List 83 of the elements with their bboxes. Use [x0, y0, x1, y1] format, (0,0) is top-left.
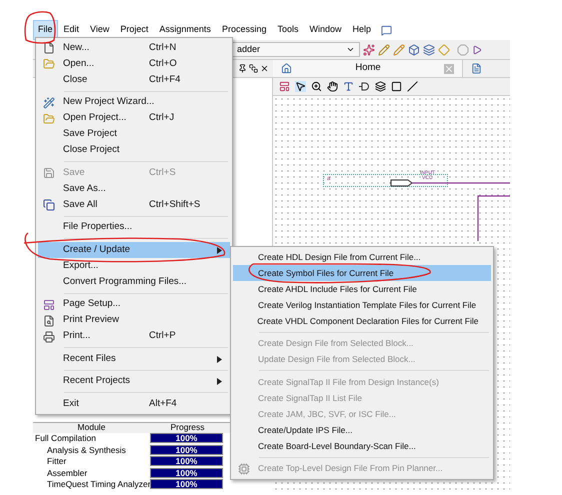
menu-item[interactable]: Create Board-Level Boundary-Scan File... — [233, 438, 491, 454]
menu-item[interactable]: Create/Update IPS File... — [233, 422, 491, 438]
close-icon[interactable] — [260, 64, 269, 73]
menu-item[interactable]: Create Verilog Instantiation Template Files for Current File — [233, 297, 491, 313]
submenu-arrow-icon — [217, 246, 222, 254]
menu-bar-item[interactable]: Assignments — [154, 20, 216, 40]
play-icon[interactable] — [472, 44, 482, 54]
toolbar-tool-icon[interactable] — [408, 44, 420, 56]
text-tool-icon[interactable] — [343, 81, 354, 92]
menu-item[interactable]: Create Symbol Files for Current File — [233, 265, 491, 281]
column-header: Module — [76, 423, 106, 432]
menu-item[interactable]: Create HDL Design File from Current File... — [233, 249, 491, 265]
menu-item[interactable]: Save All Ctrl+Shift+S — [38, 197, 230, 213]
progress-bar: 100% — [150, 433, 223, 444]
document-icon[interactable] — [471, 63, 482, 74]
gate-tool-icon[interactable] — [359, 82, 370, 91]
menu-item-icon — [238, 462, 250, 474]
menu-item[interactable]: Open... Ctrl+O — [38, 56, 230, 72]
menu-bar-item[interactable]: Tools — [272, 20, 304, 40]
menu-item-icon — [43, 42, 55, 54]
submenu-arrow-icon — [217, 356, 222, 362]
menu-item[interactable]: Print Preview — [38, 312, 230, 328]
table-cell-text: Assembler — [46, 468, 88, 477]
menu-item[interactable]: Save Project — [38, 126, 230, 142]
home-icon — [281, 63, 292, 74]
toolbar-tool-icon[interactable] — [378, 44, 390, 56]
toolbar-tool-icon[interactable] — [423, 44, 435, 56]
toolbar-tool-icon[interactable] — [363, 44, 375, 56]
menu-item[interactable]: Recent Files — [38, 351, 230, 367]
menu-item[interactable]: Create VHDL Component Declaration Files for Current File — [233, 313, 491, 329]
menu-item[interactable]: New... Ctrl+N — [38, 40, 230, 56]
menu-item[interactable]: File Properties... — [38, 220, 230, 236]
menu-item[interactable]: Print... Ctrl+P — [38, 328, 230, 344]
menu-item[interactable]: Close Project — [38, 142, 230, 158]
menu-item[interactable]: Recent Projects — [38, 374, 230, 390]
progress-bar: 100% — [150, 444, 223, 455]
menu-item[interactable]: Create AHDL Include Files for Current File — [233, 281, 491, 297]
column-header: Progress — [169, 423, 206, 432]
menu-item[interactable]: Close Ctrl+F4 — [38, 72, 230, 88]
zoom-tool-icon[interactable] — [311, 81, 322, 92]
feedback-icon[interactable] — [381, 24, 392, 36]
menu-item[interactable]: Save As... — [38, 181, 230, 197]
progress-bar: 100% — [150, 479, 223, 490]
menu-item[interactable]: Open Project... Ctrl+J — [38, 110, 230, 126]
submenu-arrow-icon — [217, 378, 222, 385]
menu-item-icon — [43, 330, 55, 342]
line-tool-icon[interactable] — [407, 81, 418, 92]
document-tab[interactable]: Home — [273, 60, 463, 77]
menu-bar-item[interactable]: Edit — [58, 20, 84, 40]
pointer-tool-icon[interactable] — [295, 81, 306, 92]
annotation-mark — [22, 10, 58, 44]
menu-bar-item[interactable]: Project — [115, 20, 154, 40]
menu-item-icon — [43, 112, 55, 124]
table-cell-text: Fitter — [46, 457, 68, 466]
restore-icon[interactable] — [249, 64, 258, 73]
menu-bar-item[interactable]: View — [85, 20, 114, 40]
menu-item[interactable]: Create / Update — [38, 242, 230, 258]
progress-bar: 100% — [150, 456, 223, 466]
table-cell-text: Analysis & Synthesis — [46, 446, 127, 454]
menu-bar-item[interactable]: Processing — [216, 20, 272, 40]
project-combo[interactable]: adder — [232, 42, 360, 57]
menu-bar-item[interactable]: Window — [304, 20, 346, 40]
block-tool-icon[interactable] — [279, 81, 290, 92]
symbol-tool-icon[interactable] — [375, 81, 386, 92]
menu-item-icon — [43, 167, 55, 179]
dropdown-icon — [346, 45, 355, 54]
progress-bar: 100% — [150, 468, 223, 478]
menu-item[interactable]: Convert Programming Files... — [38, 274, 230, 290]
menu-item-icon — [43, 96, 55, 108]
menu-item-icon — [43, 314, 55, 326]
menu-item[interactable]: New Project Wizard... — [38, 94, 230, 110]
menu-item[interactable]: Exit Alt+F4 — [38, 396, 230, 412]
menu-item-icon — [43, 58, 55, 70]
menu-item-icon — [43, 199, 55, 211]
table-cell-text: Full Compilation — [34, 434, 97, 442]
table-cell-text: TimeQuest Timing Analyzer — [46, 480, 150, 488]
hand-tool-icon[interactable] — [327, 81, 338, 92]
menu-item-icon — [43, 298, 55, 310]
menu-item[interactable]: Export... — [38, 258, 230, 274]
menu-item[interactable]: Page Setup... — [38, 296, 230, 312]
pin-icon[interactable] — [238, 64, 247, 73]
rectangle-tool-icon[interactable] — [391, 81, 402, 92]
menu-bar-item[interactable]: Help — [348, 20, 376, 40]
